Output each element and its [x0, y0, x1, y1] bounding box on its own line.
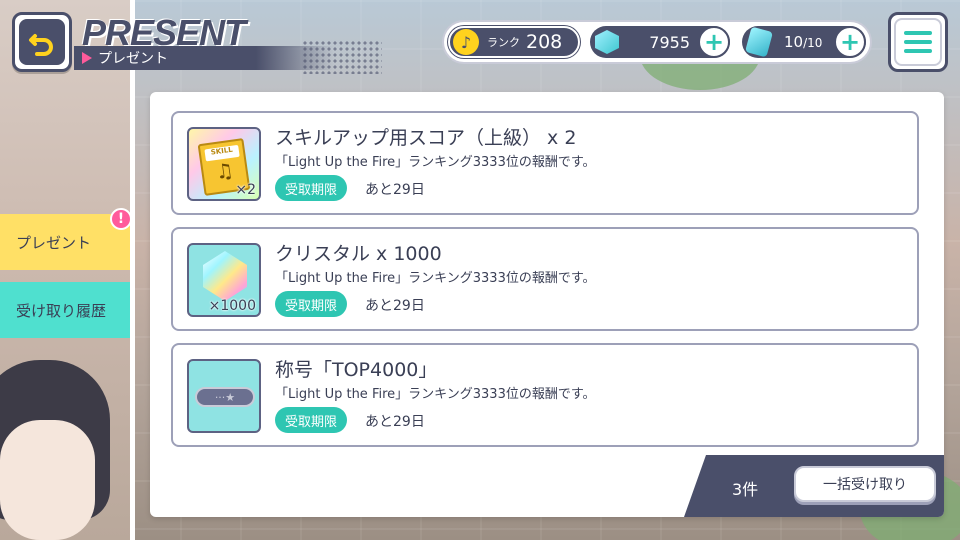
menu-button[interactable] — [888, 12, 948, 72]
deadline-value: あと29日 — [365, 298, 425, 314]
rank-display: ♪ ランク 208 — [448, 26, 580, 58]
tab-receive-history-label: 受け取り履歴 — [16, 301, 107, 320]
bulk-receive-button[interactable]: 一括受け取り — [794, 466, 936, 502]
thumb-quantity: ×2 — [235, 182, 256, 198]
skill-score-icon: SKILL ♫ ×2 — [187, 127, 261, 201]
add-crystal-button[interactable]: + — [698, 26, 730, 58]
deadline-value: あと29日 — [365, 414, 425, 430]
deadline-badge: 受取期限 — [275, 291, 348, 317]
present-item[interactable]: ×1000 クリスタル x 1000 「Light Up the Fire」ラン… — [171, 227, 919, 331]
item-title: スキルアップ用スコア（上級） x 2 — [275, 127, 577, 149]
music-note-icon: ♪ — [453, 29, 479, 55]
back-button[interactable] — [12, 12, 72, 72]
item-description: 「Light Up the Fire」ランキング3333位の報酬です。 — [275, 387, 596, 402]
crystal-gem — [203, 251, 247, 301]
back-arrow-icon — [29, 34, 53, 56]
page-subtitle-bar: プレゼント — [74, 46, 334, 70]
ticket-icon — [745, 26, 773, 58]
thumb-quantity: ×1000 — [208, 298, 256, 314]
bulk-receive-label: 一括受け取り — [823, 477, 907, 493]
item-title: クリスタル x 1000 — [275, 243, 442, 265]
tab-present-label: プレゼント — [16, 233, 92, 252]
rank-label: ランク — [487, 36, 520, 49]
tab-receive-history[interactable]: 受け取り履歴 — [0, 282, 130, 338]
deadline-value: あと29日 — [365, 182, 425, 198]
title-plate-icon: ···★ — [187, 359, 261, 433]
crystal-value: 7955 — [649, 32, 690, 52]
present-count: 3件 — [732, 480, 759, 499]
item-title: 称号「TOP4000」 — [275, 359, 438, 381]
page-subtitle: プレゼント — [98, 51, 168, 67]
item-description: 「Light Up the Fire」ランキング3333位の報酬です。 — [275, 155, 596, 170]
item-description: 「Light Up the Fire」ランキング3333位の報酬です。 — [275, 271, 596, 286]
triangle-icon — [82, 52, 92, 64]
present-item[interactable]: SKILL ♫ ×2 スキルアップ用スコア（上級） x 2 「Light Up … — [171, 111, 919, 215]
stamina-current: 10 — [784, 33, 804, 51]
rank-value: 208 — [526, 31, 563, 53]
page-title: PRESENT プレゼント — [74, 12, 382, 74]
deadline-badge: 受取期限 — [275, 175, 348, 201]
chibi-character-face — [0, 420, 95, 540]
add-stamina-button[interactable]: + — [834, 26, 866, 58]
plus-icon: + — [703, 28, 725, 56]
crystal-icon: ×1000 — [187, 243, 261, 317]
present-item[interactable]: ···★ 称号「TOP4000」 「Light Up the Fire」ランキン… — [171, 343, 919, 447]
hamburger-icon — [894, 18, 942, 66]
alert-badge: ! — [110, 208, 132, 230]
deadline-badge: 受取期限 — [275, 407, 348, 433]
stamina-max: /10 — [803, 36, 823, 50]
crystal-icon — [595, 30, 619, 54]
plus-icon: + — [839, 28, 861, 56]
title-plate: ···★ — [195, 387, 255, 407]
stamina-value: 10/10 — [784, 33, 822, 51]
